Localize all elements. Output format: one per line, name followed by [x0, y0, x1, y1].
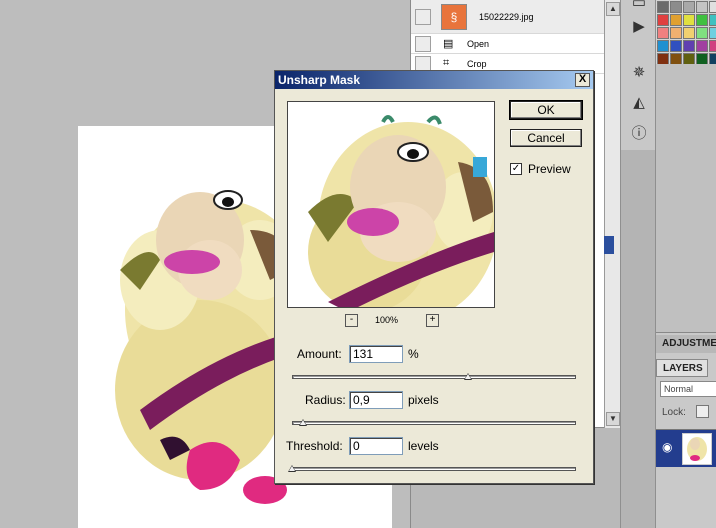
histogram-icon[interactable]: ◭	[628, 92, 650, 112]
panel-empty-area	[656, 64, 716, 332]
color-swatch[interactable]	[696, 1, 708, 13]
amount-slider-thumb[interactable]	[464, 373, 473, 380]
cancel-button[interactable]: Cancel	[510, 129, 582, 147]
brush-preset-icon[interactable]: ▭	[628, 0, 650, 12]
amount-input[interactable]: 131	[349, 345, 403, 363]
navigator-icon[interactable]: ✵	[628, 62, 650, 82]
threshold-unit: levels	[408, 439, 439, 453]
preview-image[interactable]	[287, 101, 498, 322]
lock-transparency-checkbox[interactable]	[696, 405, 709, 418]
unsharp-mask-dialog: Unsharp Mask X - 100% + OK Cancel ✓ Prev…	[274, 70, 594, 484]
radius-slider-thumb[interactable]	[299, 419, 308, 426]
zoom-in-button[interactable]: +	[426, 314, 439, 327]
preview-checkbox[interactable]: ✓	[510, 163, 522, 175]
panel-icon-strip: ▭ ▶ ✵ ◭ ⓘ	[620, 0, 656, 150]
scroll-up-button[interactable]: ▲	[606, 2, 620, 16]
threshold-label: Threshold:	[286, 439, 343, 453]
zoom-level: 100%	[375, 315, 399, 325]
threshold-input[interactable]: 0	[349, 437, 403, 455]
history-item-open[interactable]: ▤ Open	[411, 34, 604, 54]
snapshot-thumbnail: §	[441, 3, 467, 30]
layer-row-background[interactable]: ◉	[656, 429, 716, 467]
color-swatch[interactable]	[670, 27, 682, 39]
dialog-title: Unsharp Mask	[278, 73, 361, 87]
color-swatch[interactable]	[709, 1, 716, 13]
panel-dock-gutter	[620, 150, 656, 528]
lock-label: Lock:	[662, 407, 686, 418]
color-swatch[interactable]	[657, 40, 669, 52]
color-swatch[interactable]	[696, 27, 708, 39]
amount-slider-track[interactable]	[292, 375, 576, 379]
threshold-slider-thumb[interactable]	[288, 465, 296, 472]
layer-thumbnail-image	[687, 437, 707, 461]
history-snapshot[interactable]: § 15022229.jpg	[411, 0, 604, 34]
color-swatch[interactable]	[683, 40, 695, 52]
amount-unit: %	[408, 347, 419, 361]
color-swatch[interactable]	[696, 14, 708, 26]
preview-checkbox-label: Preview	[528, 162, 571, 176]
color-swatch[interactable]	[709, 40, 716, 52]
color-swatch[interactable]	[683, 1, 695, 13]
close-button[interactable]: X	[575, 73, 590, 87]
color-swatch[interactable]	[657, 27, 669, 39]
color-swatch[interactable]	[657, 14, 669, 26]
radius-unit: pixels	[408, 393, 439, 407]
color-swatch[interactable]	[670, 1, 682, 13]
snapshot-name: 15022229.jpg	[479, 11, 534, 22]
preview-image-sheep	[308, 115, 498, 322]
swatches-panel	[656, 0, 716, 65]
amount-label: Amount:	[297, 347, 342, 361]
actions-play-icon[interactable]: ▶	[628, 16, 650, 36]
history-source-checkbox[interactable]	[415, 35, 431, 52]
document-icon: ▤	[443, 38, 454, 50]
blend-mode-select[interactable]: Normal	[660, 381, 716, 397]
tab-adjustments[interactable]: ADJUSTME	[656, 335, 716, 353]
tab-layers[interactable]: LAYERS	[656, 359, 708, 377]
dialog-titlebar[interactable]: Unsharp Mask X	[275, 71, 593, 89]
color-swatch[interactable]	[696, 40, 708, 52]
color-swatch[interactable]	[683, 27, 695, 39]
radius-slider-track[interactable]	[292, 421, 576, 425]
radius-input[interactable]: 0,9	[349, 391, 403, 409]
color-swatch[interactable]	[657, 1, 669, 13]
color-swatch[interactable]	[709, 14, 716, 26]
snapshot-source-checkbox[interactable]	[415, 8, 431, 25]
color-swatch[interactable]	[670, 14, 682, 26]
color-swatch[interactable]	[709, 27, 716, 39]
crop-icon: ⌗	[443, 57, 450, 69]
layer-thumbnail	[682, 433, 712, 465]
layers-panel: ADJUSTME LAYERS Normal Lock: ◉	[656, 332, 716, 528]
eye-icon[interactable]: ◉	[662, 440, 672, 454]
radius-label: Radius:	[305, 393, 346, 407]
history-selected-marker	[604, 236, 614, 254]
history-item-label: Crop	[467, 58, 487, 69]
scroll-down-button[interactable]: ▼	[606, 412, 620, 426]
history-item-label: Open	[467, 38, 490, 49]
threshold-slider-track[interactable]	[292, 467, 576, 471]
history-scrollbar[interactable]: ▲ ▼	[604, 0, 621, 428]
color-swatch[interactable]	[683, 14, 695, 26]
info-icon[interactable]: ⓘ	[628, 122, 650, 142]
zoom-out-button[interactable]: -	[345, 314, 358, 327]
color-swatch[interactable]	[670, 40, 682, 52]
ok-button[interactable]: OK	[509, 100, 583, 120]
